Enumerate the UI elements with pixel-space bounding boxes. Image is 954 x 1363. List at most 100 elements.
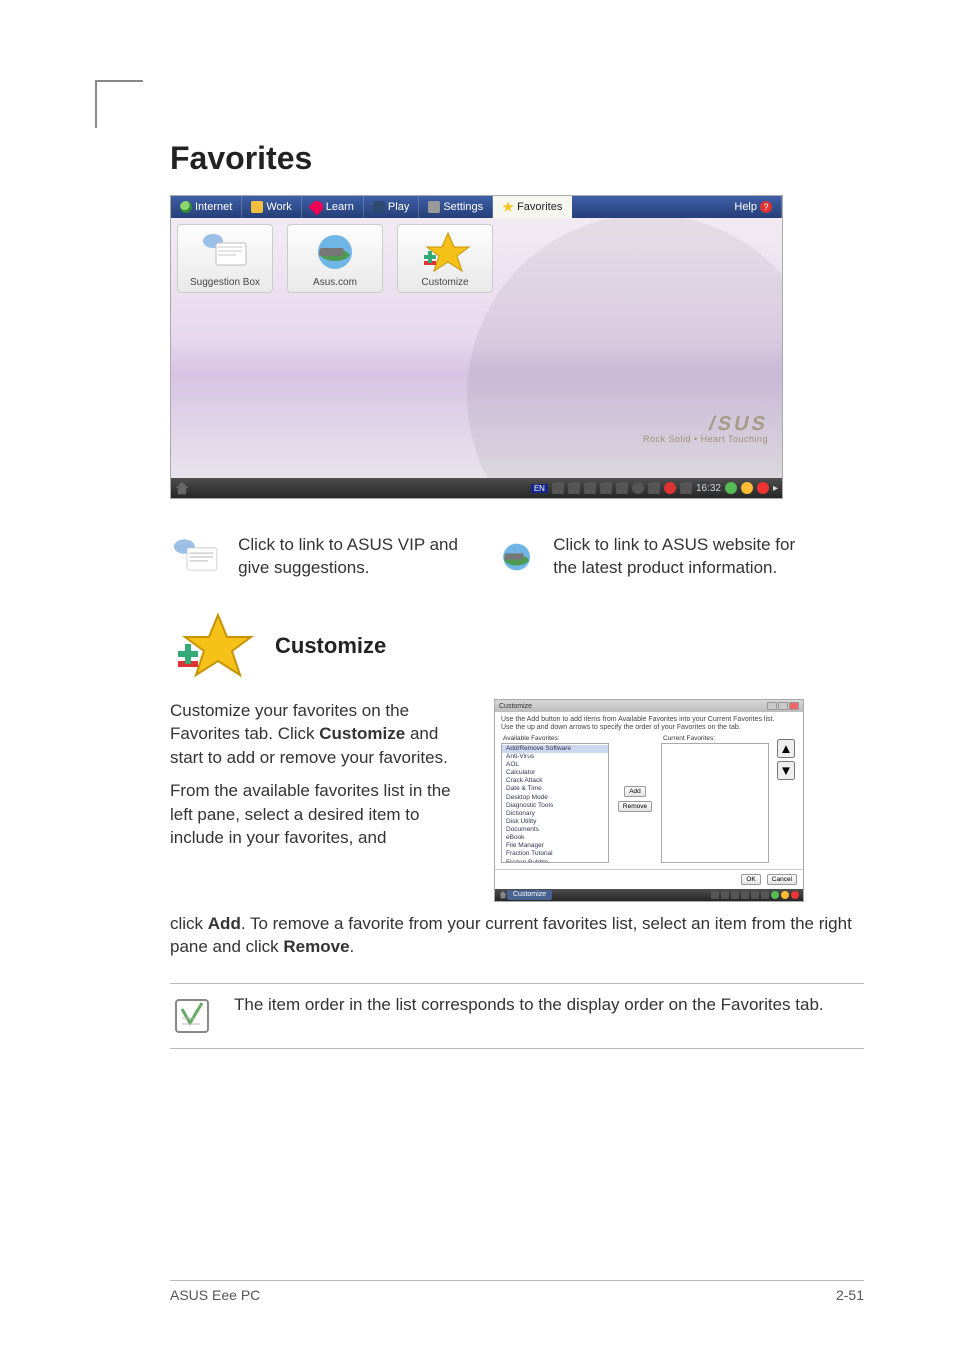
tab-play[interactable]: Play [364,196,419,218]
tray-doc-icon[interactable] [616,482,628,494]
tab-label: Help [734,201,757,213]
tray-dot-yellow-icon[interactable] [741,482,753,494]
tray-volume-icon[interactable] [632,482,644,494]
tab-internet[interactable]: Internet [171,196,242,218]
callout-text: Click to link to ASUS VIP and give sugge… [238,534,470,580]
tray-battery-icon[interactable] [584,482,596,494]
body-paragraph: Customize your favorites on the Favorite… [170,699,470,769]
move-up-button[interactable]: ▲ [777,739,794,758]
maximize-button[interactable] [778,702,788,710]
list-item[interactable]: eBook [502,834,608,842]
list-item[interactable]: Disk Utility [502,818,608,826]
home-icon[interactable] [499,891,507,899]
tray-language[interactable]: EN [531,484,548,493]
launcher-asus-com[interactable]: Asus.com [287,224,383,293]
tab-label: Work [266,201,291,213]
window-buttons [767,702,799,710]
remove-button[interactable]: Remove [618,801,652,812]
taskbar-task[interactable]: Customize [507,890,552,900]
tray-dot-red-icon[interactable] [757,482,769,494]
list-item[interactable]: Date & Time [502,785,608,793]
heart-icon [308,199,325,216]
briefcase-icon [251,201,263,213]
page-footer: ASUS Eee PC 2-51 [170,1280,864,1303]
add-button[interactable]: Add [624,786,646,797]
tray-dot-green-icon[interactable] [725,482,737,494]
text-run: Use the up and down arrows to specify th… [501,724,797,732]
footer-right: 2-51 [836,1287,864,1303]
list-item[interactable]: Fraction Tutorial [502,850,608,858]
suggestion-box-icon [198,231,252,273]
minimize-button[interactable] [767,702,777,710]
tab-bar: Internet Work Learn Play Settings Favori… [171,196,782,218]
body-text-column: Customize your favorites on the Favorite… [170,699,470,850]
text-bold: Remove [283,937,349,956]
footer-left: ASUS Eee PC [170,1287,260,1303]
body-paragraph: From the available favorites list in the… [170,779,470,849]
tray-antivirus-icon[interactable] [664,482,676,494]
launcher-suggestion-box[interactable]: Suggestion Box [177,224,273,293]
launcher-customize[interactable]: Customize [397,224,493,293]
wrench-icon [428,201,440,213]
tab-label: Internet [195,201,232,213]
launcher-label: Customize [421,277,468,288]
asus-logo-icon: /SUS [641,414,770,434]
text-bold: Customize [319,724,405,743]
tray-sync-icon[interactable] [680,482,692,494]
brand-watermark: /SUS Rock Solid • Heart Touching [643,414,768,444]
tab-work[interactable]: Work [242,196,301,218]
text-bold: Add [208,914,241,933]
tray-expand-icon[interactable]: ▸ [773,483,778,494]
list-item[interactable]: Add/Remove Software [502,745,608,753]
tab-label: Learn [326,201,354,213]
cancel-button[interactable]: Cancel [767,874,797,885]
subheading-text: Customize [275,633,386,659]
tray-pip-icon [791,891,799,899]
move-down-button[interactable]: ▼ [777,761,794,780]
dialog-instructions: Use the Add button to add items from Ava… [495,712,803,735]
page-crop-mark [95,80,143,128]
list-item[interactable]: File Manager [502,842,608,850]
tab-settings[interactable]: Settings [419,196,493,218]
globe-asus-icon [308,231,362,273]
tab-favorites[interactable]: Favorites [493,196,572,218]
taskbar: EN 16:32 ▸ [171,478,782,498]
suggestion-box-icon [170,525,222,589]
tray-wifi-icon[interactable] [552,482,564,494]
list-item[interactable]: Dictionary [502,810,608,818]
tray-usb-icon[interactable] [648,482,660,494]
note-icon [170,994,214,1038]
dialog-taskbar: Customize [495,889,803,901]
list-item[interactable]: Anti-Virus [502,753,608,761]
list-item[interactable]: Documents [502,826,608,834]
list-item[interactable]: Calculator [502,769,608,777]
text-run: . [350,937,355,956]
tray-taskmgr-icon[interactable] [568,482,580,494]
current-favorites-list[interactable] [661,743,769,863]
help-icon: ? [760,201,772,213]
tab-learn[interactable]: Learn [302,196,364,218]
list-item[interactable]: AOL [502,761,608,769]
list-item[interactable]: Frozen Bubble [502,859,608,863]
ok-button[interactable]: OK [741,874,760,885]
brand-tagline: Rock Solid • Heart Touching [643,434,768,444]
list-item[interactable]: Diagnostic Tools [502,802,608,810]
available-favorites-list[interactable]: Add/Remove SoftwareAnti-VirusAOLCalculat… [501,743,609,863]
tab-help[interactable]: Help? [725,196,782,218]
list-item[interactable]: Desktop Mode [502,794,608,802]
close-button[interactable] [789,702,799,710]
subheading-customize: Customize [170,611,864,681]
star-icon [502,201,514,213]
tray-pip-icon [711,891,719,899]
desktop-area: Suggestion Box Asus.com Customize /SUS [171,218,782,478]
customize-star-icon [418,231,472,273]
callout-text: Click to link to ASUS website for the la… [553,534,796,580]
available-header: Available Favorites: [501,735,609,743]
home-icon[interactable] [175,481,189,495]
tray-pip-icon [751,891,759,899]
reorder-arrows: ▲ ▼ [775,735,797,863]
tray-clipboard-icon[interactable] [600,482,612,494]
list-item[interactable]: Crack Attack [502,777,608,785]
tray-pip-icon [781,891,789,899]
page-title: Favorites [170,140,864,177]
